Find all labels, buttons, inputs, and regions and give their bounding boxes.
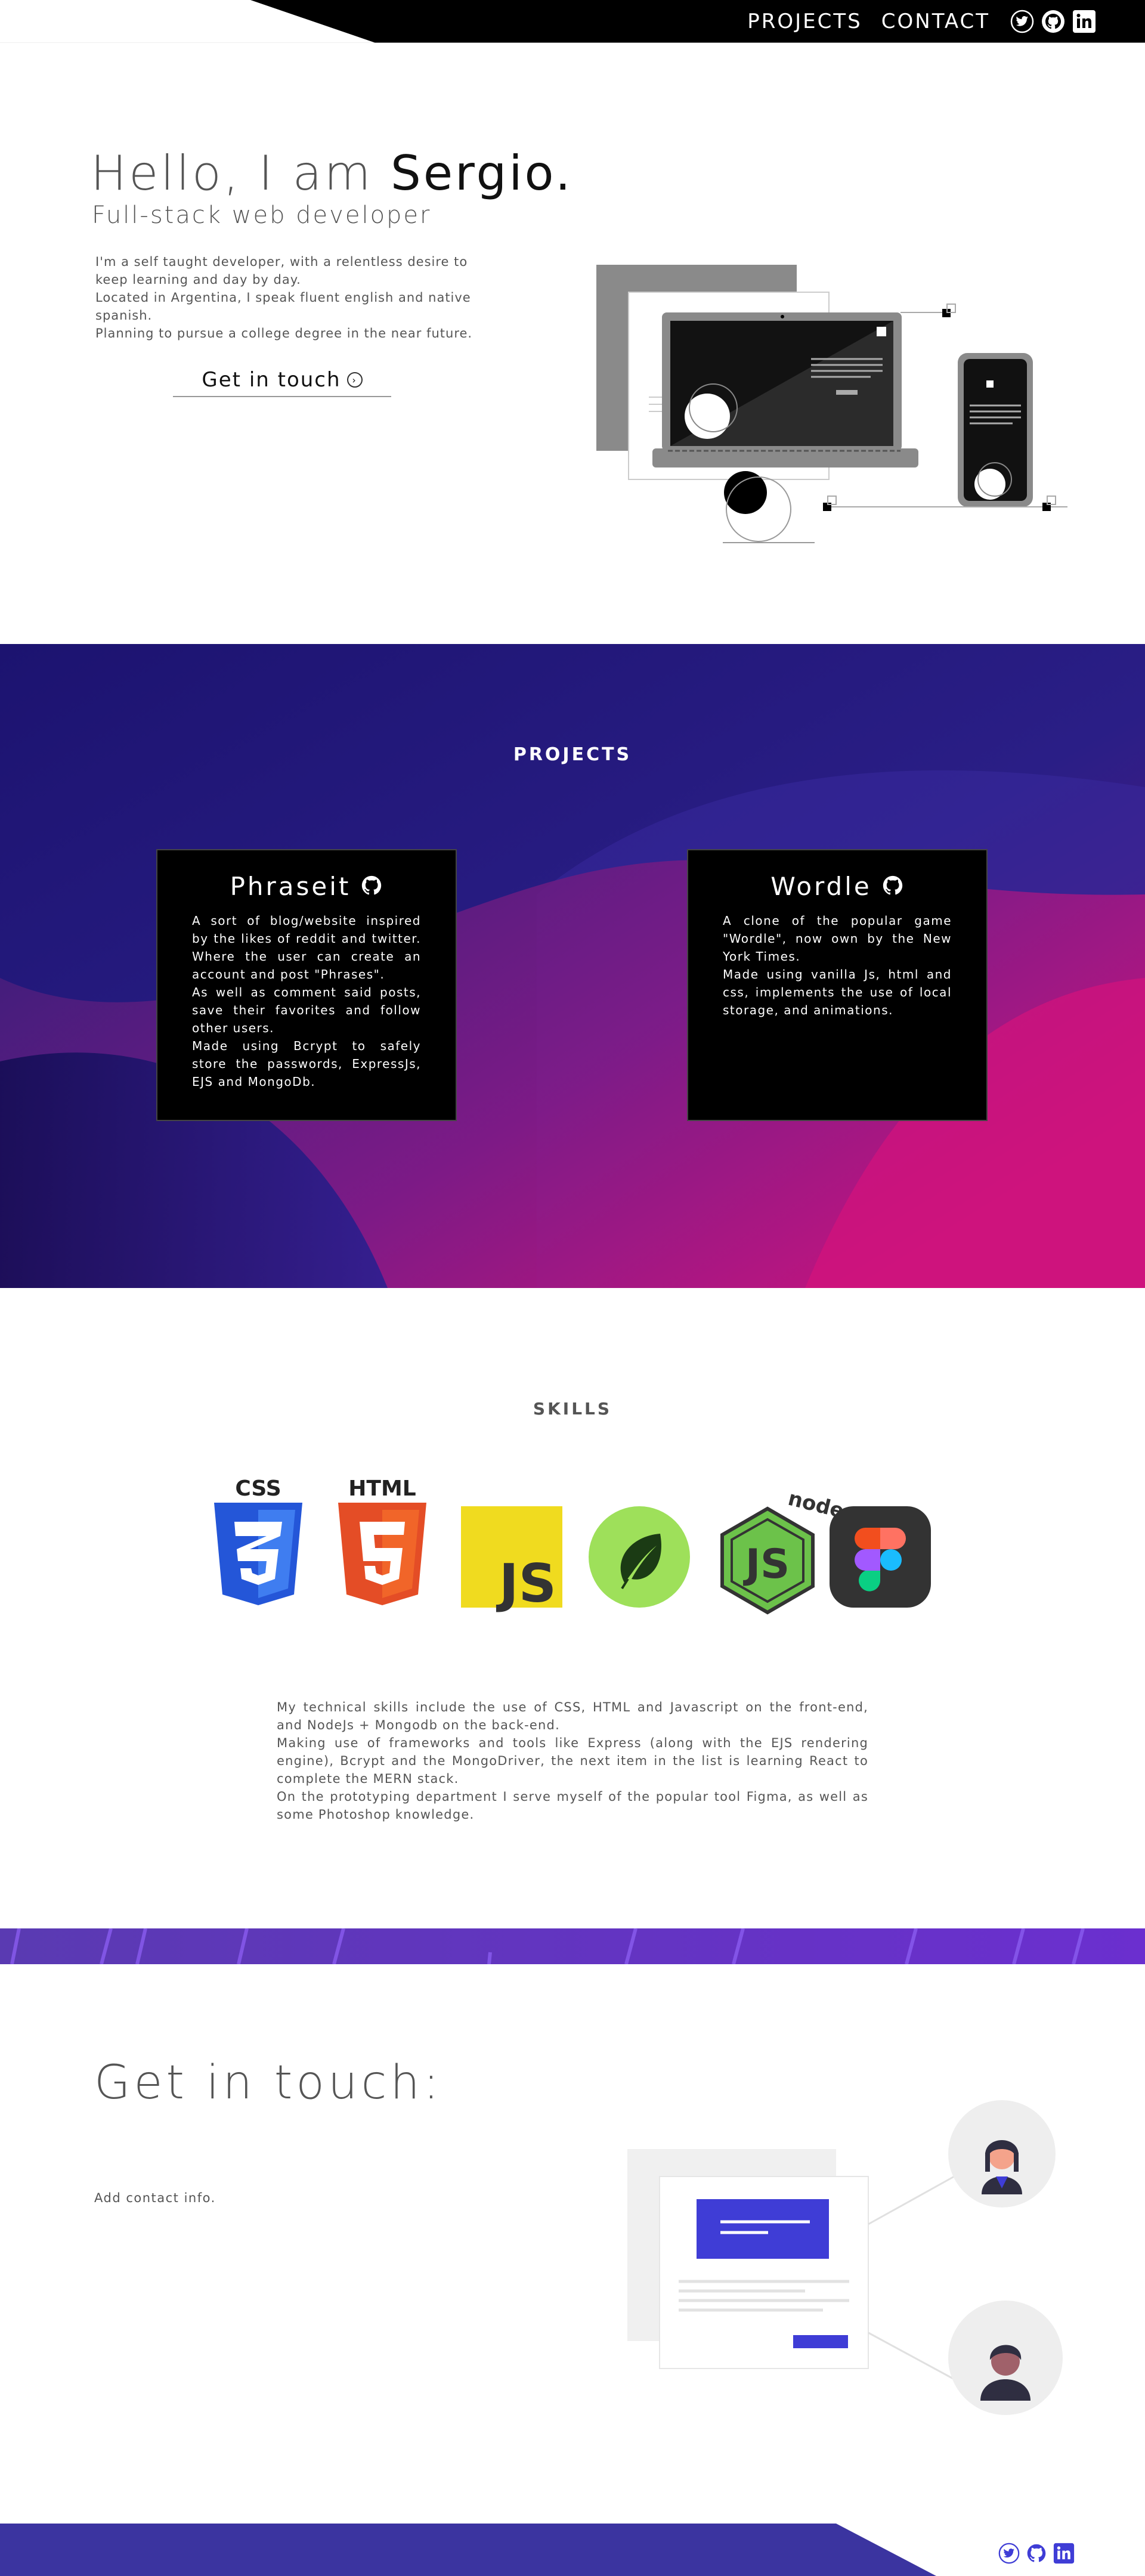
arrow-right-icon: › (346, 372, 363, 388)
hero-description: I'm a self taught developer, with a rele… (95, 255, 473, 340)
site-header: PROJECTS CONTACT (0, 0, 1145, 43)
nav-link-projects[interactable]: PROJECTS (747, 10, 862, 33)
get-in-touch-button[interactable]: Get in touch › (173, 364, 391, 397)
hero-name: Sergio. (391, 145, 573, 201)
header-social-links (1009, 8, 1097, 35)
project-card-phraseit[interactable]: Phraseit A sort of blog/website inspired… (156, 849, 457, 1121)
svg-text:CSS: CSS (235, 1476, 281, 1501)
project-description: A sort of blog/website inspired by the l… (192, 914, 421, 1089)
figma-icon (830, 1506, 931, 1608)
nodejs-icon: node JS (720, 1487, 846, 1615)
project-title: Wordle (770, 872, 872, 901)
skills-title: SKILLS (533, 1399, 612, 1419)
avatar (948, 2301, 1063, 2415)
project-title: Phraseit (230, 872, 351, 901)
linkedin-icon[interactable] (1052, 2541, 1076, 2565)
javascript-icon: JS (461, 1506, 562, 1614)
avatar (948, 2100, 1056, 2207)
site-footer (0, 2524, 1145, 2576)
skills-description: My technical skills include the use of C… (277, 1700, 868, 1822)
html5-icon: HTML (338, 1476, 426, 1605)
hero-greeting: Hello, I am (91, 145, 373, 201)
project-description: A clone of the popular game "Wordle", no… (723, 914, 952, 1017)
github-icon[interactable] (1025, 2541, 1048, 2565)
hero-devices-illustration (596, 265, 1067, 543)
mongodb-icon (589, 1506, 690, 1608)
nav-link-contact[interactable]: CONTACT (881, 10, 990, 33)
hero-heading: Hello, I am Sergio. (91, 145, 573, 201)
github-icon[interactable] (1040, 8, 1066, 35)
svg-text:JS: JS (496, 1553, 556, 1614)
svg-text:JS: JS (743, 1541, 790, 1588)
footer-social-links (997, 2541, 1076, 2565)
github-icon[interactable] (881, 874, 904, 899)
get-in-touch-label: Get in touch (202, 368, 341, 392)
twitter-icon[interactable] (1009, 8, 1035, 35)
skills-icon-row: CSS HTML JS node JS (214, 1476, 931, 1615)
contact-illustration (627, 2100, 1063, 2415)
project-card-wordle[interactable]: Wordle A clone of the popular game "Word… (687, 849, 988, 1121)
projects-section: PROJECTS Phraseit A sort of blog/website… (0, 644, 1145, 1288)
projects-title: PROJECTS (513, 744, 632, 765)
project-card-header: Wordle (723, 872, 952, 901)
main-nav: PROJECTS CONTACT (747, 0, 1097, 43)
decorative-stripe (0, 1928, 1145, 1964)
project-card-header: Phraseit (192, 872, 421, 901)
linkedin-icon[interactable] (1071, 8, 1097, 35)
footer-background (0, 2524, 936, 2576)
svg-text:HTML: HTML (348, 1476, 416, 1501)
contact-info: Add contact info. (94, 2191, 216, 2205)
css3-icon: CSS (214, 1476, 302, 1605)
github-icon[interactable] (360, 874, 383, 899)
twitter-icon[interactable] (997, 2541, 1021, 2565)
contact-title: Get in touch: (94, 2056, 443, 2110)
hero-subtitle: Full-stack web developer (92, 202, 432, 229)
